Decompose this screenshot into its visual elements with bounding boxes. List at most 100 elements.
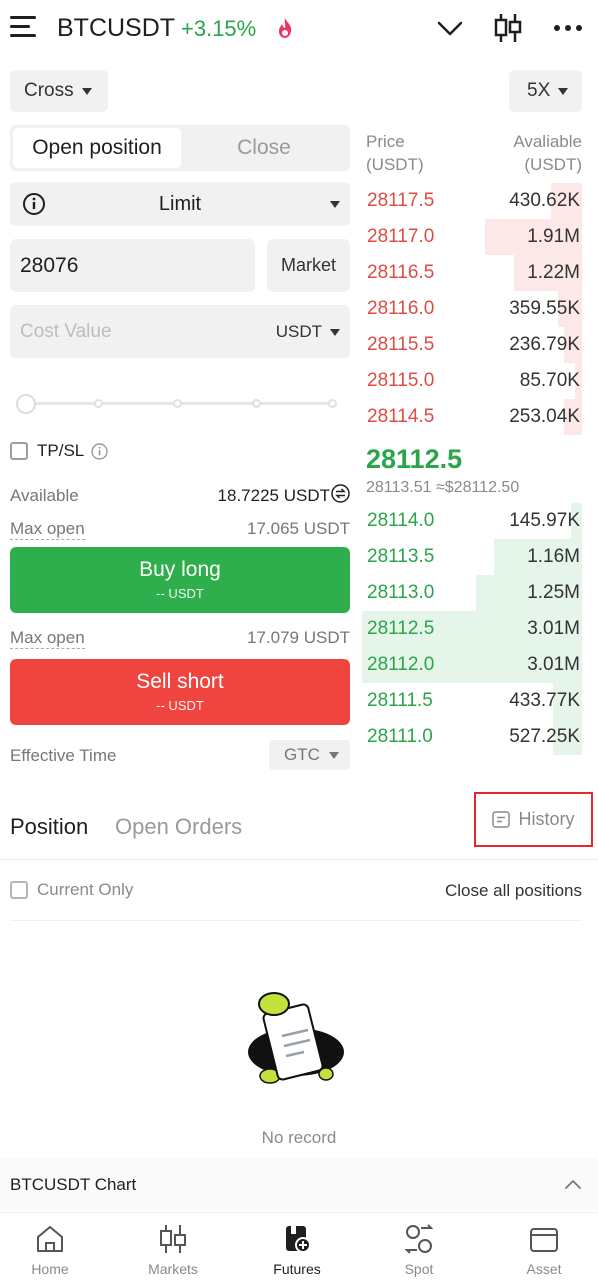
max-open-buy-value: 17.065 USDT [247, 519, 350, 538]
nav-asset[interactable]: Asset [484, 1213, 598, 1280]
chevron-down-icon[interactable] [436, 14, 464, 42]
last-price: 28112.5 [366, 444, 463, 474]
ask-row[interactable]: 28114.5 253.04K [362, 399, 582, 435]
bid-row[interactable]: 28111.0 527.25K [362, 719, 582, 755]
amount-slider[interactable] [16, 394, 337, 414]
max-open-sell-value: 17.079 USDT [247, 628, 350, 647]
nav-markets[interactable]: Markets [113, 1213, 233, 1280]
bid-row[interactable]: 28112.5 3.01M [362, 611, 582, 647]
ask-row[interactable]: 28116.0 359.55K [362, 291, 582, 327]
cost-value-placeholder: Cost Value [20, 321, 112, 342]
pair-title[interactable]: BTCUSDT [57, 14, 175, 43]
max-open-buy-label[interactable]: Max open [10, 519, 85, 540]
current-only-toggle[interactable]: Current Only [10, 880, 133, 900]
chart-label: BTCUSDT Chart [10, 1175, 137, 1194]
effective-time-value: GTC [284, 745, 320, 764]
tpsl-checkbox[interactable] [10, 442, 28, 460]
tab-open-orders[interactable]: Open Orders [115, 814, 242, 840]
tab-open-position[interactable]: Open position [13, 128, 181, 168]
effective-time-label: Effective Time [10, 746, 117, 765]
chevron-up-icon[interactable] [564, 1178, 582, 1190]
amount-header-line1: Avaliable [513, 132, 582, 151]
bid-row[interactable]: 28114.0 145.97K [362, 503, 582, 539]
home-icon [37, 1226, 63, 1252]
ask-row[interactable]: 28115.0 85.70K [362, 363, 582, 399]
available-label: Available [10, 486, 79, 505]
nav-spot[interactable]: Spot [359, 1213, 479, 1280]
max-open-sell-label[interactable]: Max open [10, 628, 85, 649]
order-side-tabs: Open position Close [10, 125, 350, 171]
market-button[interactable]: Market [267, 239, 350, 292]
caret-down-icon [330, 201, 340, 208]
nav-home[interactable]: Home [0, 1213, 110, 1280]
futures-icon [286, 1226, 311, 1253]
leverage-select[interactable]: 5X [509, 70, 582, 112]
slider-step-75[interactable] [252, 399, 261, 408]
cost-unit-select[interactable]: USDT [276, 322, 322, 342]
ask-amount: 430.62K [509, 190, 580, 211]
slider-step-25[interactable] [94, 399, 103, 408]
bid-row[interactable]: 28113.5 1.16M [362, 539, 582, 575]
ask-row[interactable]: 28117.5 430.62K [362, 183, 582, 219]
menu-icon[interactable] [10, 16, 36, 38]
ask-row[interactable]: 28116.5 1.22M [362, 255, 582, 291]
chart-toggle-bar[interactable]: BTCUSDT Chart [0, 1158, 598, 1210]
ask-row[interactable]: 28117.0 1.91M [362, 219, 582, 255]
mark-price: 28113.51 ≈$28112.50 [366, 479, 520, 496]
slider-step-100[interactable] [328, 399, 337, 408]
slider-handle[interactable] [16, 394, 36, 414]
tab-position[interactable]: Position [10, 814, 88, 840]
ask-amount: 236.79K [509, 334, 580, 355]
bid-price: 28113.5 [367, 546, 435, 567]
bid-row[interactable]: 28113.0 1.25M [362, 575, 582, 611]
info-icon[interactable] [91, 442, 108, 460]
sell-short-label: Sell short [136, 670, 224, 693]
tab-close[interactable]: Close [181, 128, 347, 168]
divider [0, 859, 598, 860]
bid-price: 28114.0 [367, 510, 435, 531]
nav-futures[interactable]: Futures [237, 1213, 357, 1280]
buy-long-label: Buy long [139, 558, 221, 581]
header: BTCUSDT +3.15% [0, 0, 598, 60]
buy-long-amount: -- USDT [156, 586, 204, 601]
caret-down-icon [558, 87, 569, 95]
nav-label: Asset [526, 1261, 562, 1277]
more-icon[interactable] [553, 24, 583, 32]
bid-row[interactable]: 28111.5 433.77K [362, 683, 582, 719]
bid-amount: 433.77K [509, 690, 580, 711]
current-only-checkbox[interactable] [10, 881, 28, 899]
price-input[interactable]: 28076 [10, 239, 255, 292]
nav-label: Spot [404, 1261, 434, 1277]
leverage-label: 5X [527, 80, 551, 101]
cost-value-field[interactable]: Cost Value USDT [10, 305, 350, 358]
history-button[interactable]: History [474, 792, 593, 847]
close-all-positions-button[interactable]: Close all positions [445, 881, 582, 901]
transfer-icon[interactable] [331, 484, 350, 503]
caret-down-icon [330, 329, 340, 336]
bid-price: 28111.0 [367, 726, 433, 747]
nav-label: Markets [148, 1261, 198, 1277]
bid-amount: 527.25K [509, 726, 580, 747]
ask-row[interactable]: 28115.5 236.79K [362, 327, 582, 363]
ask-price: 28115.5 [367, 334, 435, 355]
ask-price: 28115.0 [367, 370, 435, 391]
empty-state-illustration [248, 992, 344, 1084]
order-type-label: Limit [158, 192, 202, 215]
empty-state-text: No record [261, 1128, 337, 1147]
orderbook-price-header: Price (USDT) [366, 130, 424, 176]
history-icon [492, 811, 511, 828]
candlestick-icon[interactable] [494, 13, 522, 43]
bid-amount: 3.01M [527, 618, 580, 639]
bid-price: 28113.0 [367, 582, 435, 603]
effective-time-select[interactable]: GTC [269, 740, 350, 770]
price-change: +3.15% [181, 16, 257, 41]
buy-long-button[interactable]: Buy long -- USDT [10, 547, 350, 613]
slider-step-50[interactable] [173, 399, 182, 408]
markets-icon [160, 1225, 186, 1253]
order-type-select[interactable]: Limit [10, 182, 350, 226]
spot-icon [404, 1224, 434, 1254]
bid-row[interactable]: 28112.0 3.01M [362, 647, 582, 683]
tpsl-toggle[interactable]: TP/SL [10, 440, 108, 462]
margin-mode-select[interactable]: Cross [10, 70, 108, 112]
sell-short-button[interactable]: Sell short -- USDT [10, 659, 350, 725]
